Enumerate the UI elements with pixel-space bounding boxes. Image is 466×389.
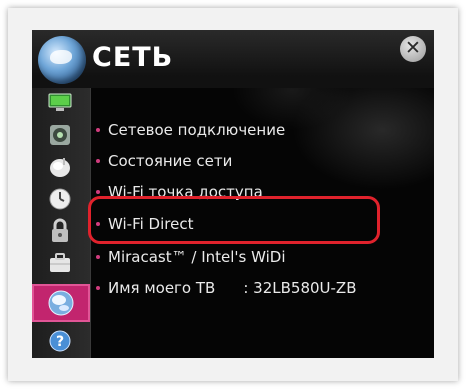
menu-item-tv-name[interactable]: Имя моего ТВ : 32LB580U-ZB	[96, 274, 416, 302]
bullet	[96, 190, 100, 194]
highlight-frame	[88, 196, 380, 244]
sidebar-item-support[interactable]: ?	[44, 328, 76, 354]
close-icon: ✕	[405, 37, 421, 59]
sidebar-item-channels[interactable]	[44, 154, 76, 180]
menu-item-label: Сетевое подключение	[108, 121, 286, 139]
close-button[interactable]: ✕	[400, 36, 426, 62]
picture-icon	[48, 93, 72, 111]
sidebar-item-time[interactable]	[44, 186, 76, 212]
menu-item-label: Состояние сети	[108, 152, 233, 170]
bullet	[96, 255, 100, 259]
sidebar-item-picture[interactable]	[44, 90, 76, 116]
bullet	[96, 159, 100, 163]
tv-name-value: : 32LB580U-ZB	[243, 279, 357, 297]
tv-screen: СЕТЬ ✕ ? Сетевое подключение Состояние с…	[32, 30, 434, 358]
support-icon: ?	[49, 330, 71, 352]
network-globe-icon	[38, 36, 86, 84]
channels-icon	[50, 158, 70, 177]
network-icon	[48, 290, 74, 316]
menu-item-network-status[interactable]: Состояние сети	[96, 147, 416, 175]
sidebar-item-network[interactable]	[32, 284, 90, 322]
menu-item-label: Имя моего ТВ	[108, 279, 216, 297]
settings-sidebar: ?	[32, 88, 91, 358]
menu-item-label: Miracast™ / Intel's WiDi	[108, 248, 286, 266]
sidebar-item-options[interactable]	[44, 250, 76, 276]
sound-icon	[50, 125, 70, 145]
menu-item-network-connection[interactable]: Сетевое подключение	[96, 116, 416, 144]
options-icon	[50, 253, 70, 272]
lock-icon	[52, 218, 68, 242]
settings-header: СЕТЬ ✕	[32, 30, 434, 88]
bullet	[96, 128, 100, 132]
page-title: СЕТЬ	[92, 42, 174, 73]
menu-item-miracast[interactable]: Miracast™ / Intel's WiDi	[96, 243, 416, 271]
bullet	[96, 286, 100, 290]
sidebar-item-sound[interactable]	[44, 122, 76, 148]
sidebar-item-lock[interactable]	[44, 218, 76, 244]
time-icon	[49, 188, 71, 210]
svg-text:?: ?	[56, 334, 64, 350]
